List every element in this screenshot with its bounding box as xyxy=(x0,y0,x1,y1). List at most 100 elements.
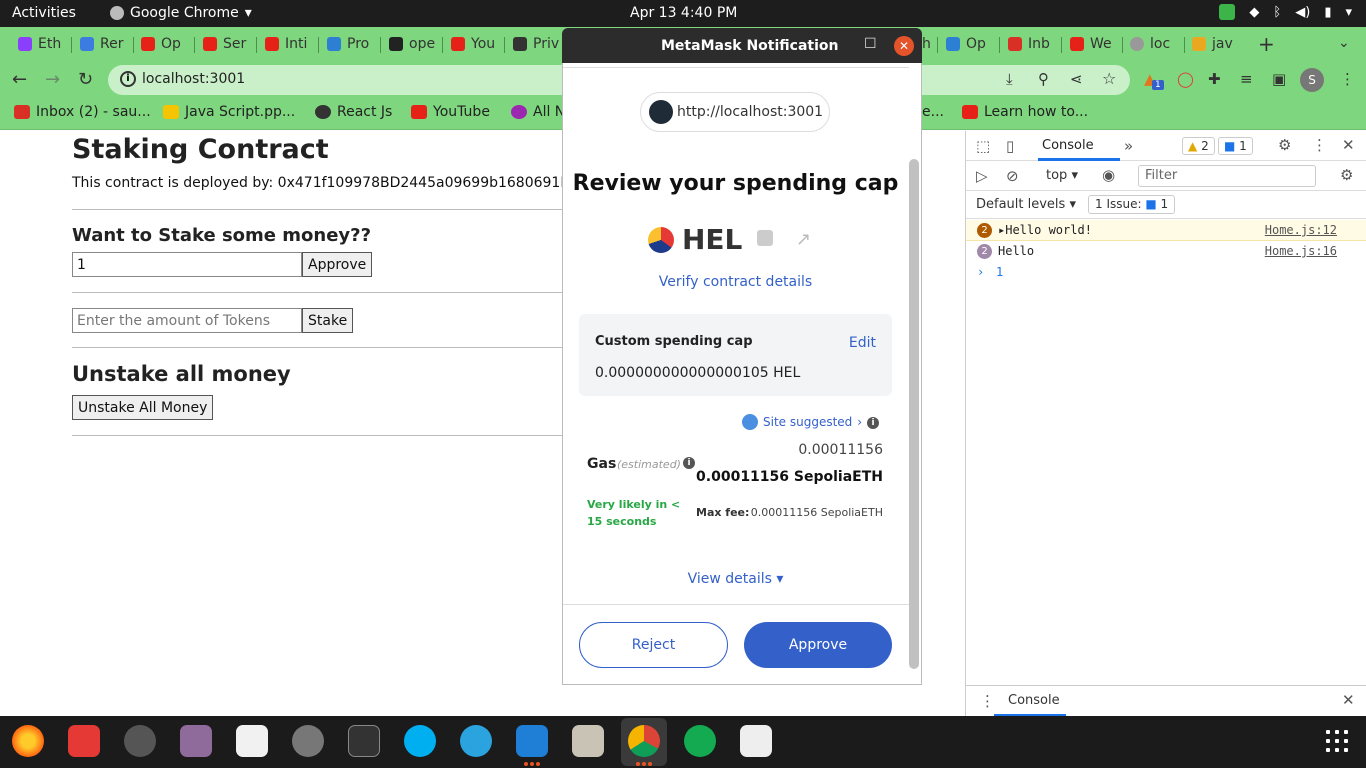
tab-search-button[interactable]: ⌄ xyxy=(1338,35,1350,51)
site-info-icon[interactable]: i xyxy=(120,71,136,87)
metamask-titlebar[interactable]: MetaMask Notification – ☐ ✕ xyxy=(562,28,922,63)
view-details-link[interactable]: View details ▾ xyxy=(563,571,908,587)
stake-button[interactable]: Stake xyxy=(302,308,354,333)
system-tray[interactable]: ◆ ᛒ ◀) ▮ ▾ xyxy=(1219,4,1352,20)
console-filter-input[interactable]: Filter xyxy=(1138,165,1316,187)
gas-info-icon[interactable]: i xyxy=(683,457,695,469)
chrome-menu-icon[interactable]: ⋮ xyxy=(1340,70,1355,88)
files-icon[interactable] xyxy=(572,725,604,757)
stake-amount-input[interactable] xyxy=(72,308,302,333)
install-icon[interactable]: ⤓ xyxy=(1006,70,1013,88)
clock[interactable]: Apr 13 4:40 PM xyxy=(630,5,737,21)
activities-button[interactable]: Activities xyxy=(12,5,76,21)
update-icon[interactable] xyxy=(1219,4,1236,20)
approve-button[interactable]: Approve xyxy=(302,252,373,277)
clear-console-icon[interactable]: ⊘ xyxy=(1006,167,1019,185)
share-icon[interactable]: ⋖ xyxy=(1070,70,1083,88)
browser-tab[interactable]: We xyxy=(1070,32,1112,56)
browser-tab[interactable]: Op xyxy=(946,32,986,56)
bookmark-item[interactable]: React Js xyxy=(315,104,392,120)
approve-button[interactable]: Approve xyxy=(744,622,892,668)
drawer-menu-icon[interactable]: ⋮ xyxy=(980,692,995,710)
copy-address-icon[interactable] xyxy=(757,230,773,246)
settings-icon[interactable] xyxy=(292,725,324,757)
approve-amount-input[interactable] xyxy=(72,252,302,277)
vscode-icon[interactable] xyxy=(516,725,548,757)
close-devtools-icon[interactable]: ✕ xyxy=(1342,136,1355,154)
zoom-icon[interactable]: ⚲ xyxy=(1038,70,1049,88)
new-tab-button[interactable]: + xyxy=(1258,32,1275,56)
device-toolbar-icon[interactable]: ▯ xyxy=(1006,137,1014,155)
browser-tab[interactable]: h xyxy=(922,32,931,56)
skype-icon[interactable] xyxy=(404,725,436,757)
log-source-link[interactable]: Home.js:12 xyxy=(1265,223,1337,237)
site-suggested-link[interactable]: Site suggested › xyxy=(742,414,862,430)
terminal-icon[interactable] xyxy=(348,725,380,757)
close-window-button[interactable]: ✕ xyxy=(894,36,914,56)
browser-tab[interactable]: Ser xyxy=(203,32,246,56)
external-link-icon[interactable]: ↗ xyxy=(796,229,811,250)
text-editor-icon[interactable] xyxy=(236,725,268,757)
show-apps-grid-icon[interactable] xyxy=(1326,730,1348,752)
settings-gear-icon[interactable]: ⚙ xyxy=(1278,136,1291,154)
tweaks-icon[interactable] xyxy=(180,725,212,757)
screen-reader-icon[interactable] xyxy=(740,725,772,757)
browser-tab[interactable]: Inti xyxy=(265,32,307,56)
browser-tab[interactable]: Op xyxy=(141,32,181,56)
edit-cap-link[interactable]: Edit xyxy=(849,335,876,351)
back-button[interactable]: ← xyxy=(12,69,27,90)
drawer-tab-console[interactable]: Console xyxy=(1008,693,1060,708)
eye-icon[interactable]: ◉ xyxy=(1102,166,1115,184)
scrollbar[interactable] xyxy=(909,159,919,669)
console-settings-icon[interactable]: ⚙ xyxy=(1340,166,1353,184)
browser-tab[interactable]: Priv xyxy=(513,32,559,56)
anydesk-icon[interactable] xyxy=(68,725,100,757)
bookmark-item[interactable]: Java Script.pp... xyxy=(163,104,295,120)
software-icon[interactable] xyxy=(124,725,156,757)
app-menu[interactable]: Google Chrome ▾ xyxy=(110,5,252,21)
bookmark-item[interactable]: YouTube xyxy=(411,104,490,120)
bookmark-item[interactable]: Inbox (2) - sau... xyxy=(14,104,151,120)
browser-tab[interactable]: ope xyxy=(389,32,435,56)
bookmark-item[interactable]: e... xyxy=(922,104,944,120)
log-levels-dropdown[interactable]: Default levels ▾ xyxy=(976,197,1076,212)
extensions-puzzle-icon[interactable]: ✚ xyxy=(1208,70,1221,88)
bookmark-item[interactable]: All N xyxy=(511,104,565,120)
browser-tab[interactable]: Eth xyxy=(18,32,61,56)
browser-tab[interactable]: Pro xyxy=(327,32,369,56)
reading-list-icon[interactable]: ≡ xyxy=(1240,70,1253,88)
chrome-icon[interactable] xyxy=(628,725,660,757)
browser-tab[interactable]: You xyxy=(451,32,495,56)
forward-button[interactable]: → xyxy=(45,69,60,90)
browser-tab[interactable]: Rer xyxy=(80,32,123,56)
sidebar-toggle-icon[interactable]: ▷ xyxy=(976,167,988,185)
browser-tab[interactable]: Inb xyxy=(1008,32,1050,56)
mongodb-compass-icon[interactable] xyxy=(684,725,716,757)
bookmark-star-icon[interactable]: ☆ xyxy=(1102,69,1116,88)
log-source-link[interactable]: Home.js:16 xyxy=(1265,244,1337,258)
console-prompt[interactable]: › 1 xyxy=(966,262,1366,283)
more-options-icon[interactable]: ⋮ xyxy=(1312,136,1327,154)
reload-button[interactable]: ↻ xyxy=(78,69,93,90)
messages-badge[interactable]: ■ 1 xyxy=(1218,137,1253,155)
unstake-all-button[interactable]: Unstake All Money xyxy=(72,395,214,420)
issues-button[interactable]: 1 Issue: ■ 1 xyxy=(1088,195,1176,214)
side-panel-icon[interactable]: ▣ xyxy=(1272,70,1286,88)
console-log-row[interactable]: 2 Hello Home.js:16 xyxy=(966,241,1366,262)
firefox-icon[interactable] xyxy=(12,725,44,757)
maximize-button[interactable]: ☐ xyxy=(864,36,877,52)
verify-contract-link[interactable]: Verify contract details xyxy=(563,274,908,290)
inspect-icon[interactable]: ⬚ xyxy=(976,137,990,155)
tab-console[interactable]: Console xyxy=(1042,138,1094,153)
context-selector[interactable]: top ▾ xyxy=(1046,168,1078,183)
telegram-icon[interactable] xyxy=(460,725,492,757)
profile-avatar[interactable]: S xyxy=(1300,68,1324,92)
warnings-badge[interactable]: ▲ 2 xyxy=(1182,137,1215,155)
bookmark-item[interactable]: Learn how to... xyxy=(962,104,1088,120)
opera-extension-icon[interactable]: ◯ xyxy=(1177,70,1194,88)
reject-button[interactable]: Reject xyxy=(579,622,728,668)
close-drawer-icon[interactable]: ✕ xyxy=(1342,691,1355,709)
browser-tab[interactable]: jav xyxy=(1192,32,1233,56)
browser-tab-active[interactable]: loc xyxy=(1130,32,1170,56)
info-icon[interactable]: i xyxy=(867,417,879,429)
